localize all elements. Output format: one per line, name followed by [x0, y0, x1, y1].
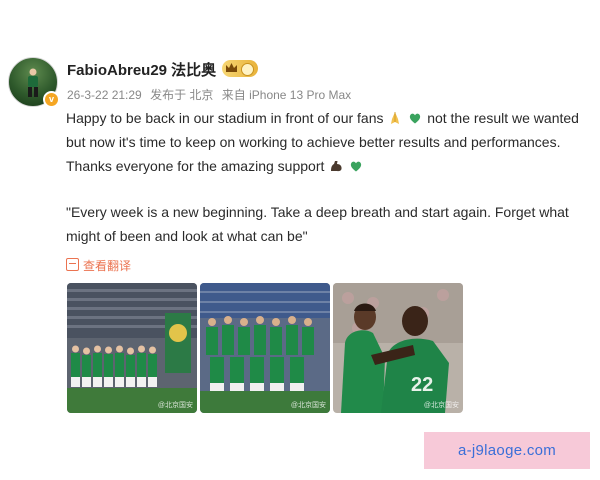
player-figure-icon	[28, 68, 38, 97]
post-paragraph-2: "Every week is a new beginning. Take a d…	[66, 204, 569, 244]
photo-watermark: @北京国安	[423, 402, 459, 409]
translate-link[interactable]: 查看翻译	[66, 257, 131, 274]
site-watermark: a-j9laoge.com	[424, 432, 590, 469]
celebration-image: 22	[333, 283, 463, 413]
post-paragraph-1-part-1: Happy to be back in our stadium in front…	[66, 110, 384, 126]
celebration-photo[interactable]: 22 @北京国安	[333, 283, 463, 413]
post-date: 26-3-22 21:29	[67, 88, 142, 102]
photo-watermark: @北京国安	[157, 402, 193, 409]
verified-badge-icon: v	[43, 91, 60, 108]
team-lineup-image	[67, 283, 197, 413]
post-paragraph-1: Happy to be back in our stadium in front…	[66, 106, 596, 178]
translate-icon	[66, 258, 79, 271]
username[interactable]: FabioAbreu29 法比奥	[67, 59, 216, 80]
svg-text:22: 22	[411, 374, 433, 396]
translate-label: 查看翻译	[83, 259, 132, 273]
team-group-photo[interactable]: @北京国安	[200, 283, 330, 413]
praying-hands-emoji-icon	[391, 112, 400, 124]
post-device: 来自 iPhone 13 Pro Max	[221, 88, 352, 102]
team-lineup-photo[interactable]: @北京国安	[67, 283, 197, 413]
post-text: Happy to be back in our stadium in front…	[66, 106, 596, 248]
flexed-biceps-emoji-icon	[331, 161, 342, 172]
post-meta: 26-3-22 21:29 发布于 北京 来自 iPhone 13 Pro Ma…	[67, 86, 356, 103]
green-heart-emoji-icon	[351, 161, 362, 172]
vip-crown-badge-icon[interactable]	[222, 60, 258, 77]
green-heart-emoji-icon	[410, 113, 421, 124]
photo-watermark: @北京国安	[290, 402, 326, 409]
weibo-post: v FabioAbreu29 法比奥 26-3-22 21:29 发布于 北京 …	[0, 0, 600, 480]
team-group-image	[200, 283, 330, 413]
post-location: 发布于 北京	[150, 88, 214, 102]
